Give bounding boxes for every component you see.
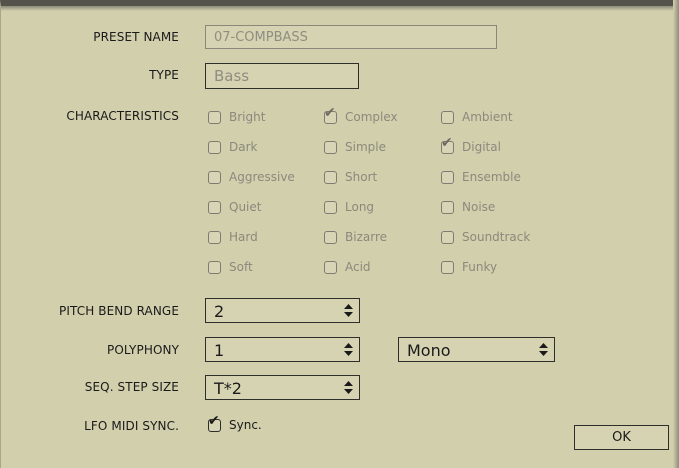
polyphony-label: POLYPHONY: [106, 343, 179, 357]
checkbox-box: [324, 260, 337, 274]
checkbox-box: [324, 140, 337, 154]
characteristic-checkbox: Aggressive: [208, 170, 295, 184]
checkbox-box: [324, 170, 337, 184]
checkmark-icon: ✔: [441, 134, 453, 151]
checkbox-box: [441, 170, 454, 184]
checkbox-box: [441, 230, 454, 244]
checkbox-box: [324, 200, 337, 214]
pitch-bend-range-label: PITCH BEND RANGE: [59, 304, 179, 318]
up-down-arrows-icon: [539, 343, 548, 356]
preset-name-label: PRESET NAME: [93, 30, 179, 44]
characteristic-checkbox: Ensemble: [441, 170, 521, 184]
characteristic-label: Simple: [345, 140, 386, 154]
characteristic-checkbox: Funky: [441, 260, 497, 274]
characteristic-checkbox: Simple: [324, 140, 386, 154]
characteristic-checkbox: Short: [324, 170, 377, 184]
checkmark-icon: ✔: [324, 104, 336, 121]
characteristic-label: Hard: [229, 230, 258, 244]
checkbox-box: [441, 260, 454, 274]
characteristic-checkbox: Quiet: [208, 200, 261, 214]
characteristic-label: Bright: [229, 110, 266, 124]
characteristic-checkbox: Hard: [208, 230, 258, 244]
checkbox-box: [208, 140, 221, 154]
characteristic-label: Digital: [462, 140, 501, 154]
characteristic-checkbox: Bright: [208, 110, 265, 124]
checkbox-box: [441, 200, 454, 214]
seq-step-size-label: SEQ. STEP SIZE: [84, 380, 179, 394]
lfo-sync-checkbox[interactable]: ✔ Sync.: [208, 414, 262, 432]
checkbox-box: ✔: [324, 106, 337, 124]
characteristic-checkbox: Soundtrack: [441, 230, 530, 244]
characteristic-label: Aggressive: [229, 170, 295, 184]
checkbox-box: [441, 110, 454, 124]
characteristic-label: Long: [345, 200, 375, 214]
characteristic-checkbox: ✔ Complex: [324, 106, 398, 124]
polyphony-select[interactable]: 1: [205, 337, 360, 362]
characteristic-checkbox: Noise: [441, 200, 495, 214]
preset-name-field: 07-COMPBASS: [205, 25, 497, 49]
lfo-midi-sync-label: LFO MIDI SYNC.: [84, 419, 179, 433]
characteristic-checkbox: Bizarre: [324, 230, 387, 244]
characteristic-checkbox: Ambient: [441, 110, 513, 124]
characteristic-label: Noise: [462, 200, 496, 214]
up-down-arrows-icon: [344, 343, 353, 356]
characteristic-label: Complex: [345, 110, 398, 124]
characteristic-label: Short: [345, 170, 378, 184]
polyphony-value: 1: [214, 341, 225, 360]
panel-edge: [673, 0, 679, 468]
checkbox-box: ✔: [441, 136, 454, 154]
pitch-bend-range-value: 2: [214, 302, 225, 321]
checkbox-box: [208, 230, 221, 244]
characteristic-label: Bizarre: [345, 230, 387, 244]
characteristic-label: Quiet: [229, 200, 262, 214]
characteristic-checkbox: Long: [324, 200, 374, 214]
characteristic-label: Ensemble: [462, 170, 521, 184]
checkmark-icon: ✔: [208, 412, 220, 429]
seq-step-size-select[interactable]: T*2: [205, 375, 360, 400]
characteristic-label: Dark: [229, 140, 258, 154]
seq-step-size-value: T*2: [214, 379, 242, 398]
characteristic-label: Soundtrack: [462, 230, 531, 244]
characteristic-checkbox: ✔ Digital: [441, 136, 501, 154]
checkbox-box: [208, 170, 221, 184]
characteristic-label: Funky: [462, 260, 498, 274]
checkbox-box: [208, 260, 221, 274]
polyphony-mode-value: Mono: [407, 341, 451, 360]
characteristics-label: CHARACTERISTICS: [66, 109, 179, 123]
checkbox-box: [324, 230, 337, 244]
sync-checkbox-box[interactable]: ✔: [208, 414, 221, 432]
checkbox-box: [208, 200, 221, 214]
type-field: Bass: [205, 63, 359, 89]
up-down-arrows-icon: [344, 381, 353, 394]
ok-button[interactable]: OK: [574, 425, 669, 450]
characteristic-checkbox: Dark: [208, 140, 257, 154]
characteristic-label: Acid: [345, 260, 371, 274]
type-label: TYPE: [149, 68, 179, 82]
checkbox-box: [208, 110, 221, 124]
sync-checkbox-label: Sync.: [229, 418, 262, 432]
polyphony-mode-select[interactable]: Mono: [398, 337, 555, 362]
up-down-arrows-icon: [344, 304, 353, 317]
characteristic-checkbox: Soft: [208, 260, 253, 274]
characteristic-checkbox: Acid: [324, 260, 371, 274]
pitch-bend-range-select[interactable]: 2: [205, 298, 360, 323]
characteristic-label: Ambient: [462, 110, 513, 124]
characteristic-label: Soft: [229, 260, 253, 274]
